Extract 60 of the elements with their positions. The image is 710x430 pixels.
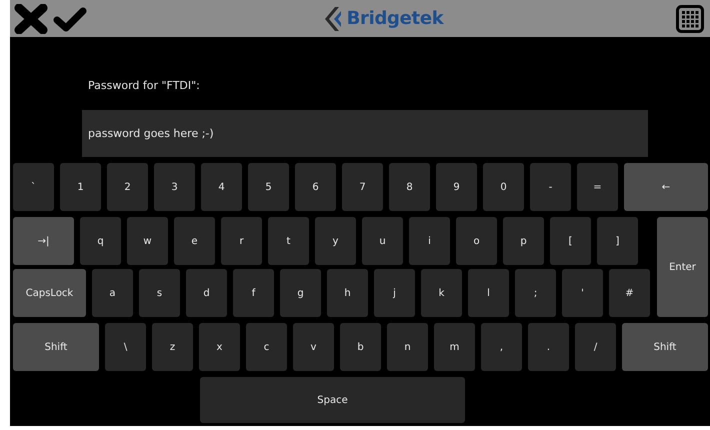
enter-key[interactable]: Enter	[657, 217, 708, 317]
key[interactable]: k	[421, 269, 462, 317]
key[interactable]: 8	[389, 163, 430, 211]
key[interactable]: ;	[515, 269, 556, 317]
function-key[interactable]: CapsLock	[13, 269, 86, 317]
key[interactable]: t	[268, 217, 309, 265]
key[interactable]: 2	[107, 163, 148, 211]
key[interactable]: s	[139, 269, 180, 317]
key[interactable]: n	[387, 323, 428, 371]
key[interactable]: l	[468, 269, 509, 317]
key[interactable]: 3	[154, 163, 195, 211]
key[interactable]: u	[362, 217, 403, 265]
key[interactable]: j	[374, 269, 415, 317]
key[interactable]: 9	[436, 163, 477, 211]
key[interactable]: x	[199, 323, 240, 371]
prompt-label: Password for "FTDI":	[88, 79, 200, 92]
key[interactable]: 5	[248, 163, 289, 211]
key[interactable]: d	[186, 269, 227, 317]
function-key[interactable]: Shift	[13, 323, 99, 371]
key[interactable]: =	[577, 163, 618, 211]
password-field[interactable]: password goes here ;-)	[82, 110, 648, 157]
key[interactable]: -	[530, 163, 571, 211]
key[interactable]: c	[246, 323, 287, 371]
key[interactable]: f	[233, 269, 274, 317]
key[interactable]: \	[105, 323, 146, 371]
key[interactable]: 7	[342, 163, 383, 211]
key[interactable]: 4	[201, 163, 242, 211]
space-key[interactable]: Space	[200, 377, 465, 423]
key[interactable]: a	[92, 269, 133, 317]
logo-text: Bridgetek	[346, 8, 444, 29]
key[interactable]: z	[152, 323, 193, 371]
key[interactable]: i	[409, 217, 450, 265]
close-icon[interactable]	[14, 4, 48, 34]
key[interactable]: e	[174, 217, 215, 265]
key[interactable]: /	[575, 323, 616, 371]
key[interactable]: y	[315, 217, 356, 265]
function-key[interactable]: ←	[624, 163, 708, 211]
key[interactable]: 6	[295, 163, 336, 211]
key[interactable]: p	[503, 217, 544, 265]
function-key[interactable]: Shift	[622, 323, 708, 371]
keypad-icon[interactable]	[676, 4, 704, 32]
key[interactable]: h	[327, 269, 368, 317]
key[interactable]: ,	[481, 323, 522, 371]
function-key[interactable]: →|	[13, 217, 74, 265]
key[interactable]: r	[221, 217, 262, 265]
key[interactable]: ]	[597, 217, 638, 265]
key[interactable]: g	[280, 269, 321, 317]
key[interactable]: v	[293, 323, 334, 371]
key[interactable]: w	[127, 217, 168, 265]
key[interactable]: b	[340, 323, 381, 371]
key[interactable]: 0	[483, 163, 524, 211]
key[interactable]: 1	[60, 163, 101, 211]
key[interactable]: #	[609, 269, 650, 317]
key[interactable]: m	[434, 323, 475, 371]
key[interactable]: '	[562, 269, 603, 317]
key[interactable]: `	[13, 163, 54, 211]
key[interactable]: q	[80, 217, 121, 265]
key[interactable]: [	[550, 217, 591, 265]
key[interactable]: o	[456, 217, 497, 265]
key[interactable]: .	[528, 323, 569, 371]
